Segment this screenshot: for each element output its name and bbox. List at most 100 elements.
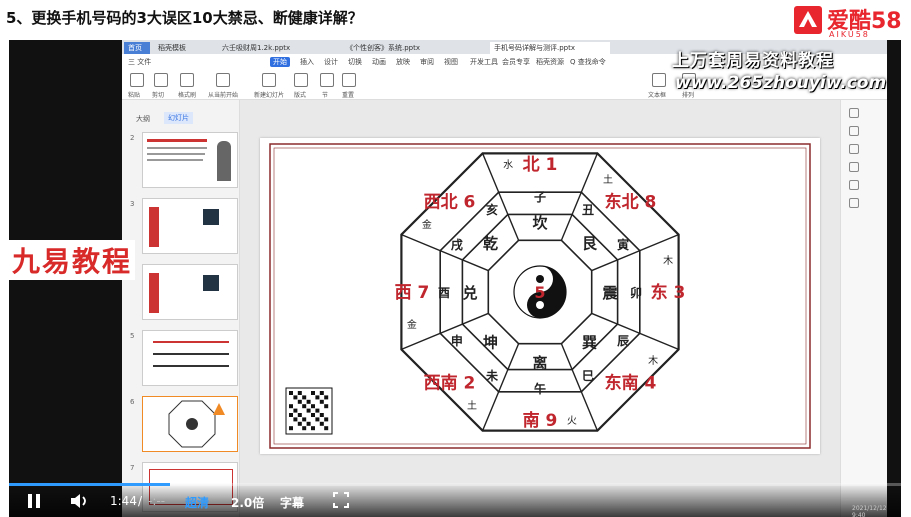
clock-label: 2021/12/12 9:40 xyxy=(852,505,887,517)
slide-thumbnail[interactable] xyxy=(142,330,238,386)
layout-icon[interactable] xyxy=(294,73,308,87)
qr-code-module xyxy=(319,391,324,395)
slide-thumbnail[interactable] xyxy=(142,264,238,320)
qr-code-module xyxy=(289,426,293,431)
menu-design[interactable]: 设计 xyxy=(324,57,338,67)
new-slide-icon[interactable] xyxy=(262,73,276,87)
play-from-current-label: 从当前开始 xyxy=(208,92,239,99)
menu-review[interactable]: 审阅 xyxy=(420,57,434,67)
time-separator: / xyxy=(138,494,143,508)
tab-file-2[interactable]: 《个性创客》系统.pptx xyxy=(342,42,452,54)
qr-code-module xyxy=(306,421,311,426)
element-label: 金 xyxy=(407,318,417,331)
menu-transition[interactable]: 切换 xyxy=(348,57,362,67)
trigram-label: 巽 xyxy=(582,333,597,351)
tab-file-active[interactable]: 手机号码详解与测评.pptx xyxy=(490,42,610,54)
slide-number: 7 xyxy=(130,464,135,472)
direction-label: 西南 2 xyxy=(424,373,476,394)
progress-fill xyxy=(9,483,170,486)
tab-slides[interactable]: 幻灯片 xyxy=(164,112,193,124)
settings-icon[interactable] xyxy=(849,108,859,118)
yinyang-dot-icon xyxy=(536,275,544,283)
direction-label: 东 3 xyxy=(651,282,686,303)
trigram-label: 离 xyxy=(532,354,547,372)
tab-docer[interactable]: 稻壳模板 xyxy=(154,42,212,54)
textbox-label: 文本框 xyxy=(648,92,667,99)
menu-member[interactable]: 会员专享 xyxy=(502,57,530,67)
menu-animation[interactable]: 动画 xyxy=(372,57,386,67)
cut-icon[interactable] xyxy=(154,73,168,87)
slide-thumbnail-selected[interactable] xyxy=(142,396,238,452)
earthly-branch-label: 午 xyxy=(534,381,546,396)
video-player[interactable]: 首页 稻壳模板 六壬吸财周1.2k.pptx 《个性创客》系统.pptx 手机号… xyxy=(9,40,901,517)
play-from-current-icon[interactable] xyxy=(216,73,230,87)
qr-code-module xyxy=(306,408,311,413)
qr-code-module xyxy=(302,426,307,431)
menu-search[interactable]: Q 查找命令 xyxy=(570,57,606,67)
textbox-icon[interactable] xyxy=(652,73,666,87)
animation-icon[interactable] xyxy=(849,180,859,190)
speed-button[interactable]: 2.0倍 xyxy=(231,494,264,511)
qr-code-module xyxy=(289,413,293,417)
quality-button[interactable]: 超清 xyxy=(185,494,209,511)
slide-thumbnail[interactable] xyxy=(142,132,238,188)
top-bar: 5、更换手机号码的3大误区10大禁忌、断健康详解？ 爱酷58 AIKU58 xyxy=(0,0,911,40)
qr-code-module xyxy=(315,395,320,400)
qr-code-module xyxy=(302,404,307,409)
screen-recording: 首页 稻壳模板 六壬吸财周1.2k.pptx 《个性创客》系统.pptx 手机号… xyxy=(122,40,887,517)
fullscreen-icon[interactable] xyxy=(333,492,349,508)
slide-thumbnail[interactable] xyxy=(142,198,238,254)
shape-icon[interactable] xyxy=(849,162,859,172)
qr-code-module xyxy=(289,391,293,395)
page: 5、更换手机号码的3大误区10大禁忌、断健康详解？ 爱酷58 AIKU58 首页… xyxy=(0,0,911,517)
pause-icon[interactable] xyxy=(25,492,43,510)
tab-home[interactable]: 首页 xyxy=(124,42,150,54)
slide-canvas[interactable]: 北 1 水坎东北 8土艮东 3 木震东南 4木巽南 9 火离西南 2土坤西 7 金兑西北… xyxy=(260,138,820,454)
menu-view[interactable]: 视图 xyxy=(444,57,458,67)
qr-code-module xyxy=(293,417,298,422)
trigram-label: 坤 xyxy=(483,333,498,351)
direction-label: 东北 8 xyxy=(605,191,657,212)
qr-code-module xyxy=(302,395,307,400)
qr-code-module xyxy=(319,399,324,404)
element-label: 火 xyxy=(567,415,577,427)
subtitles-button[interactable]: 字幕 xyxy=(280,494,304,511)
slide-thumbnail-panel: 大纲 幻灯片 2 3 4 xyxy=(122,100,240,517)
paste-icon[interactable] xyxy=(130,73,144,87)
time-current: 1:44 xyxy=(110,494,137,508)
trigram-label: 艮 xyxy=(582,235,598,253)
element-label: 木 xyxy=(663,255,673,267)
style-icon[interactable] xyxy=(849,144,859,154)
yinyang-dot-icon xyxy=(536,301,544,309)
center-number: 5 xyxy=(534,283,545,302)
volume-icon[interactable] xyxy=(69,492,91,510)
progress-bar[interactable] xyxy=(9,483,901,486)
paste-label: 粘贴 xyxy=(128,92,141,99)
spoke-line xyxy=(481,153,520,241)
reset-icon[interactable] xyxy=(342,73,356,87)
brand-mark-icon xyxy=(794,6,822,34)
earthly-branch-label: 丑 xyxy=(582,203,594,217)
cut-label: 剪切 xyxy=(152,92,165,99)
menu-file[interactable]: 三 文件 xyxy=(128,57,151,67)
brand-logo[interactable]: 爱酷58 AIKU58 xyxy=(793,3,905,39)
menu-devtools[interactable]: 开发工具 xyxy=(470,57,498,67)
more-icon[interactable] xyxy=(849,198,859,208)
help-icon[interactable] xyxy=(849,126,859,136)
tab-outline[interactable]: 大纲 xyxy=(136,114,150,124)
menu-show[interactable]: 放映 xyxy=(396,57,410,67)
direction-label: 西 7 xyxy=(395,283,430,303)
player-controls xyxy=(9,483,901,517)
qr-code-module xyxy=(302,417,307,422)
format-painter-icon[interactable] xyxy=(180,73,194,87)
menu-start[interactable]: 开始 xyxy=(270,57,290,67)
menu-docer[interactable]: 稻壳资源 xyxy=(536,57,564,67)
format-painter-label: 格式刷 xyxy=(178,92,197,99)
direction-label: 西北 6 xyxy=(424,192,476,212)
menu-insert[interactable]: 插入 xyxy=(300,57,314,67)
spoke-line xyxy=(401,312,489,351)
section-icon[interactable] xyxy=(320,73,334,87)
qr-code-module xyxy=(297,413,302,417)
watermark-left: 九易教程 xyxy=(9,240,136,280)
tab-file-1[interactable]: 六壬吸财周1.2k.pptx xyxy=(218,42,328,54)
